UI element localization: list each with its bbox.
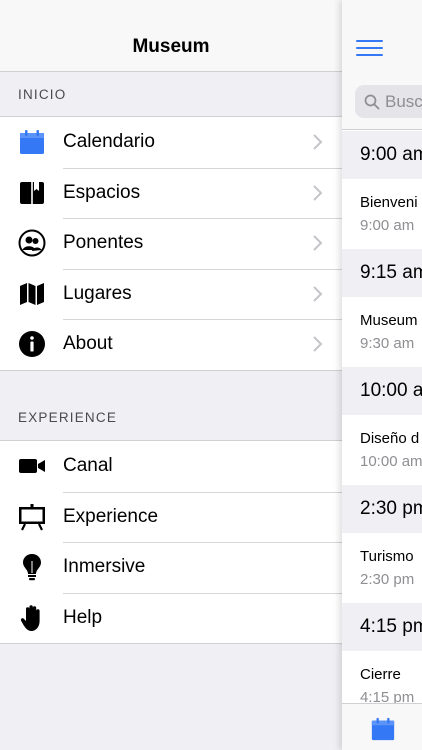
- event-time: 2:30 pm: [360, 571, 415, 588]
- hamburger-line: [356, 54, 383, 56]
- menu-item-espacios[interactable]: Espacios: [0, 167, 342, 219]
- menu-item-lugares[interactable]: Lugares: [0, 268, 342, 320]
- event-title: Diseño d: [360, 430, 420, 447]
- menu-group-inicio: Calendario Espacios Ponentes Lugares Abo…: [0, 116, 342, 371]
- menu-header: Museum: [0, 0, 342, 72]
- menu-item-help[interactable]: Help: [0, 592, 342, 644]
- video-camera-icon: [18, 452, 46, 480]
- hamburger-line: [356, 47, 383, 49]
- hand-icon: [18, 604, 46, 632]
- time-section-header: 2:30 pm: [342, 485, 422, 533]
- menu-item-label: Calendario: [63, 131, 155, 153]
- search-icon: [364, 94, 380, 109]
- time-section-header: 9:15 am: [342, 249, 422, 297]
- side-menu: Museum INICIO Calendario Espacios Ponent…: [0, 0, 342, 750]
- hamburger-menu-button[interactable]: [356, 40, 383, 56]
- menu-item-calendario[interactable]: Calendario: [0, 117, 342, 168]
- event-title: Turismo: [360, 548, 414, 565]
- people-icon: [18, 229, 46, 257]
- info-icon: [18, 330, 46, 358]
- agenda-event-row[interactable]: Bienveni 9:00 am: [342, 179, 422, 249]
- menu-item-about[interactable]: About: [0, 319, 342, 370]
- map-icon: [18, 280, 46, 308]
- hamburger-line: [356, 40, 383, 42]
- agenda-list: 9:00 am Bienveni 9:00 am 9:15 am Museum …: [342, 131, 422, 721]
- chevron-right-icon: [313, 336, 323, 352]
- calendar-icon: [18, 128, 46, 156]
- chevron-right-icon: [313, 134, 323, 150]
- bookmark-book-icon: [18, 179, 46, 207]
- menu-title: Museum: [132, 36, 210, 57]
- lightbulb-icon: [18, 553, 46, 581]
- event-time: 9:30 am: [360, 335, 415, 352]
- section-label-inicio: INICIO: [18, 87, 67, 102]
- menu-group-experience: Canal Experience Inmersive Help: [0, 440, 342, 644]
- menu-item-label: Espacios: [63, 181, 141, 203]
- event-title: Museum: [360, 312, 418, 329]
- event-title: Cierre: [360, 666, 401, 683]
- event-time: 10:00 am: [360, 453, 422, 470]
- search-field[interactable]: Busc: [355, 85, 422, 118]
- agenda-event-row[interactable]: Museum 9:30 am: [342, 297, 422, 367]
- menu-item-label: Canal: [63, 455, 113, 477]
- menu-item-inmersive[interactable]: Inmersive: [0, 542, 342, 593]
- menu-item-label: Help: [63, 606, 103, 628]
- time-section-header: 10:00 a: [342, 367, 422, 415]
- menu-item-label: Ponentes: [63, 232, 144, 254]
- menu-item-experience[interactable]: Experience: [0, 491, 342, 543]
- chevron-right-icon: [313, 235, 323, 251]
- event-time: 9:00 am: [360, 217, 415, 234]
- time-section-header: 4:15 pm: [342, 603, 422, 651]
- menu-item-canal[interactable]: Canal: [0, 441, 342, 492]
- event-title: Bienveni: [360, 194, 418, 211]
- chevron-right-icon: [313, 185, 323, 201]
- menu-item-label: Experience: [63, 505, 159, 527]
- agenda-event-row[interactable]: Diseño d 10:00 am: [342, 415, 422, 485]
- menu-item-label: About: [63, 333, 113, 355]
- calendar-icon[interactable]: [370, 716, 396, 742]
- search-placeholder: Busc: [385, 91, 422, 111]
- time-section-header: 9:00 am: [342, 131, 422, 179]
- main-panel: Busc 9:00 am Bienveni 9:00 am 9:15 am Mu…: [342, 0, 422, 750]
- section-label-experience: EXPERIENCE: [18, 410, 118, 425]
- chevron-right-icon: [313, 286, 323, 302]
- easel-board-icon: [18, 503, 46, 531]
- agenda-event-row[interactable]: Turismo 2:30 pm: [342, 533, 422, 603]
- menu-item-label: Inmersive: [63, 556, 146, 578]
- tab-bar: [342, 703, 422, 750]
- menu-item-ponentes[interactable]: Ponentes: [0, 218, 342, 269]
- menu-item-label: Lugares: [63, 282, 132, 304]
- main-navbar: Busc: [342, 0, 422, 130]
